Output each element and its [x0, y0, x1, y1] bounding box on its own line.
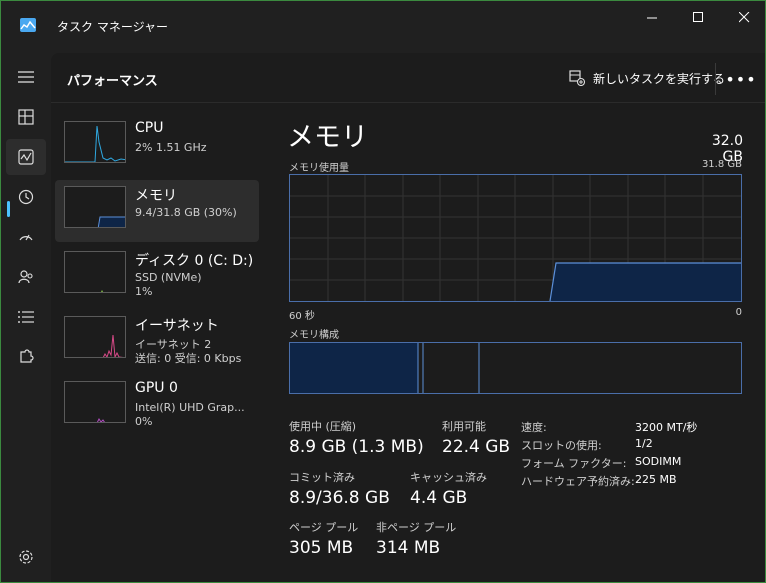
nav-startup-apps[interactable] — [6, 219, 46, 255]
available-value: 22.4 GB — [442, 437, 511, 457]
cached-label: キャッシュ済み — [410, 471, 487, 484]
paged-pool-label: ページ プール — [289, 521, 359, 534]
memory-usage-label: メモリ使用量 — [289, 163, 349, 174]
memory-usage-area — [550, 263, 741, 301]
ethernet-sparkline — [102, 334, 124, 357]
nav-users[interactable] — [6, 259, 46, 295]
device-usage: 1% — [135, 285, 153, 298]
navigation-rail — [1, 53, 51, 582]
processes-icon — [18, 109, 34, 125]
nav-services[interactable] — [6, 339, 46, 375]
cached-value: 4.4 GB — [410, 488, 468, 508]
users-icon — [18, 270, 33, 284]
run-new-task-button[interactable]: 新しいタスクを実行する — [561, 63, 733, 93]
memory-heading: メモリ — [287, 122, 368, 153]
nav-processes[interactable] — [6, 99, 46, 135]
services-icon — [20, 349, 34, 363]
cpu-sparkline — [65, 125, 125, 162]
title-bar: タスク マネージャー — [1, 1, 765, 53]
in-use-value: 8.9 GB (1.3 MB) — [289, 437, 424, 457]
content-area: パフォーマンス 新しいタスクを実行する ••• CPU 2% 1.51 GHz — [51, 53, 765, 582]
ethernet-thumbnail-graph — [64, 316, 126, 358]
speed-value: 3200 MT/秒 — [635, 421, 698, 434]
settings-icon — [19, 550, 33, 564]
maximize-icon — [692, 11, 703, 22]
hamburger-menu-button[interactable] — [6, 59, 46, 95]
device-detail: 2% 1.51 GHz — [135, 141, 207, 154]
maximize-button[interactable] — [675, 1, 721, 33]
in-use-label: 使用中 (圧縮) — [289, 420, 357, 433]
form-factor-label: フォーム ファクター: — [521, 457, 627, 470]
device-item-ethernet[interactable]: イーサネット イーサネット 2 送信: 0 受信: 0 Kbps — [55, 310, 259, 372]
gpu-sparkline — [96, 418, 105, 422]
nav-details[interactable] — [6, 299, 46, 335]
header-separator — [715, 63, 716, 95]
nonpaged-pool-value: 314 MB — [376, 538, 441, 558]
in-use-segment — [290, 343, 418, 393]
device-name: GPU 0 — [135, 380, 178, 396]
device-list: CPU 2% 1.51 GHz メモリ 9.4/31.8 GB (30%) ディ… — [55, 115, 259, 440]
nav-performance[interactable] — [6, 139, 46, 175]
device-detail: 9.4/31.8 GB (30%) — [135, 206, 237, 219]
more-options-button[interactable]: ••• — [725, 67, 757, 91]
memory-composition-bar — [289, 342, 742, 394]
device-detail: Intel(R) UHD Grap... — [135, 401, 245, 414]
device-item-cpu[interactable]: CPU 2% 1.51 GHz — [55, 115, 259, 177]
memory-usage-max: 31.8 GB — [701, 159, 742, 170]
minimize-button[interactable] — [629, 1, 675, 33]
nav-settings[interactable] — [6, 539, 46, 575]
committed-value: 8.9/36.8 GB — [289, 488, 390, 508]
device-item-gpu[interactable]: GPU 0 Intel(R) UHD Grap... 0% — [55, 375, 259, 437]
hardware-reserved-value: 225 MB — [635, 473, 677, 486]
memory-thumbnail-graph — [64, 186, 126, 228]
device-name: CPU — [135, 120, 164, 136]
device-item-disk[interactable]: ディスク 0 (C: D:) SSD (NVMe) 1% — [55, 245, 259, 307]
minimize-icon — [646, 17, 657, 18]
memory-composition-label: メモリ構成 — [289, 330, 339, 341]
performance-icon — [18, 149, 34, 165]
slots-used-label: スロットの使用: — [521, 439, 602, 452]
startup-apps-icon — [19, 234, 33, 241]
form-factor-value: SODIMM — [635, 455, 682, 468]
app-history-icon — [18, 189, 34, 205]
disk-sparkline — [100, 289, 104, 292]
available-label: 利用可能 — [442, 420, 486, 433]
memory-usage-graph — [289, 174, 742, 302]
task-manager-window: タスク マネージャー パフォーマンス 新しいタスクを実行する ••• CPU 2… — [0, 0, 766, 583]
hardware-reserved-label: ハードウェア予約済み: — [521, 475, 635, 488]
close-button[interactable] — [721, 1, 766, 33]
speed-label: 速度: — [521, 421, 547, 434]
graph-time-left: 60 秒 — [289, 311, 315, 322]
memory-usage-chart — [290, 175, 741, 301]
memory-composition-chart — [290, 343, 480, 393]
slots-used-value: 1/2 — [635, 437, 653, 450]
page-header: パフォーマンス 新しいタスクを実行する ••• — [51, 53, 765, 103]
memory-sparkline — [97, 216, 125, 227]
more-icon: ••• — [725, 69, 757, 89]
device-usage: 0% — [135, 415, 153, 428]
gpu-thumbnail-graph — [64, 381, 126, 423]
device-item-memory[interactable]: メモリ 9.4/31.8 GB (30%) — [55, 180, 259, 242]
window-title: タスク マネージャー — [57, 20, 168, 34]
device-detail: SSD (NVMe) — [135, 271, 202, 284]
hamburger-icon — [18, 71, 34, 83]
task-manager-app-icon — [20, 18, 36, 32]
committed-label: コミット済み — [289, 471, 355, 484]
close-icon — [738, 11, 749, 22]
graph-time-right: 0 — [735, 307, 742, 318]
device-name: メモリ — [135, 188, 177, 204]
device-usage: 送信: 0 受信: 0 Kbps — [135, 352, 242, 365]
device-name: イーサネット — [135, 318, 219, 334]
cpu-thumbnail-graph — [64, 121, 126, 163]
run-new-task-icon — [569, 70, 585, 86]
paged-pool-value: 305 MB — [289, 538, 354, 558]
nonpaged-pool-label: 非ページ プール — [376, 521, 457, 534]
page-title: パフォーマンス — [67, 74, 158, 89]
device-name: ディスク 0 (C: D:) — [135, 253, 254, 269]
nav-app-history[interactable] — [6, 179, 46, 215]
disk-thumbnail-graph — [64, 251, 126, 293]
run-new-task-label: 新しいタスクを実行する — [593, 71, 726, 86]
details-icon — [18, 311, 34, 323]
